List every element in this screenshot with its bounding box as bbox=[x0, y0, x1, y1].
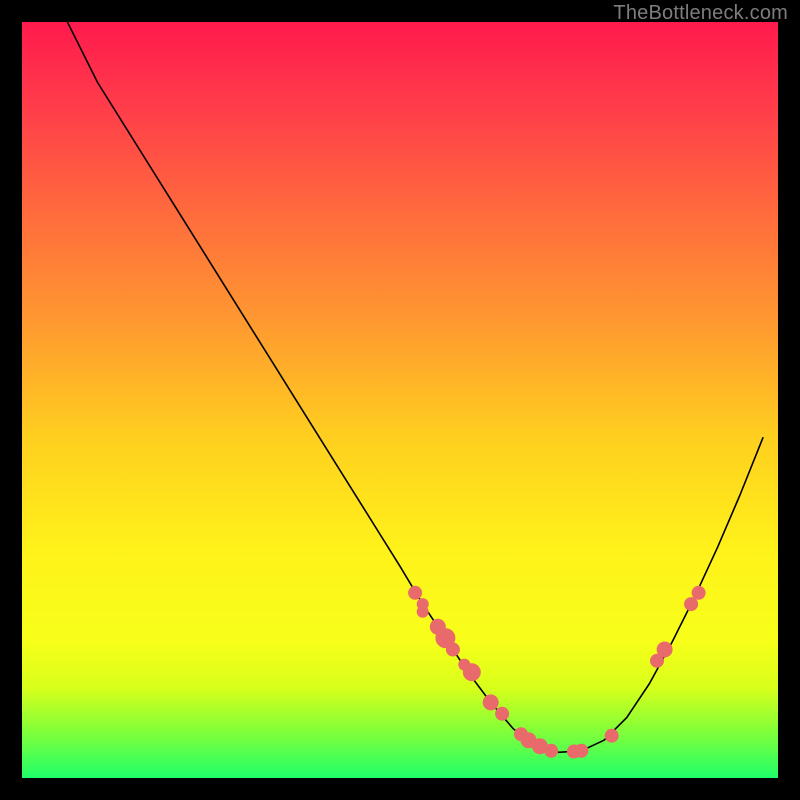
data-point bbox=[495, 707, 509, 721]
data-point bbox=[692, 586, 706, 600]
data-point bbox=[574, 744, 588, 758]
watermark-text: TheBottleneck.com bbox=[613, 2, 788, 25]
data-point bbox=[483, 694, 499, 710]
data-point bbox=[408, 586, 422, 600]
data-point bbox=[463, 663, 481, 681]
data-point bbox=[605, 729, 619, 743]
chart-svg bbox=[22, 22, 778, 778]
data-point bbox=[657, 642, 673, 658]
data-point bbox=[417, 606, 429, 618]
bottleneck-curve bbox=[67, 22, 763, 752]
data-point bbox=[544, 744, 558, 758]
data-points-group bbox=[408, 586, 705, 759]
data-point bbox=[446, 643, 460, 657]
